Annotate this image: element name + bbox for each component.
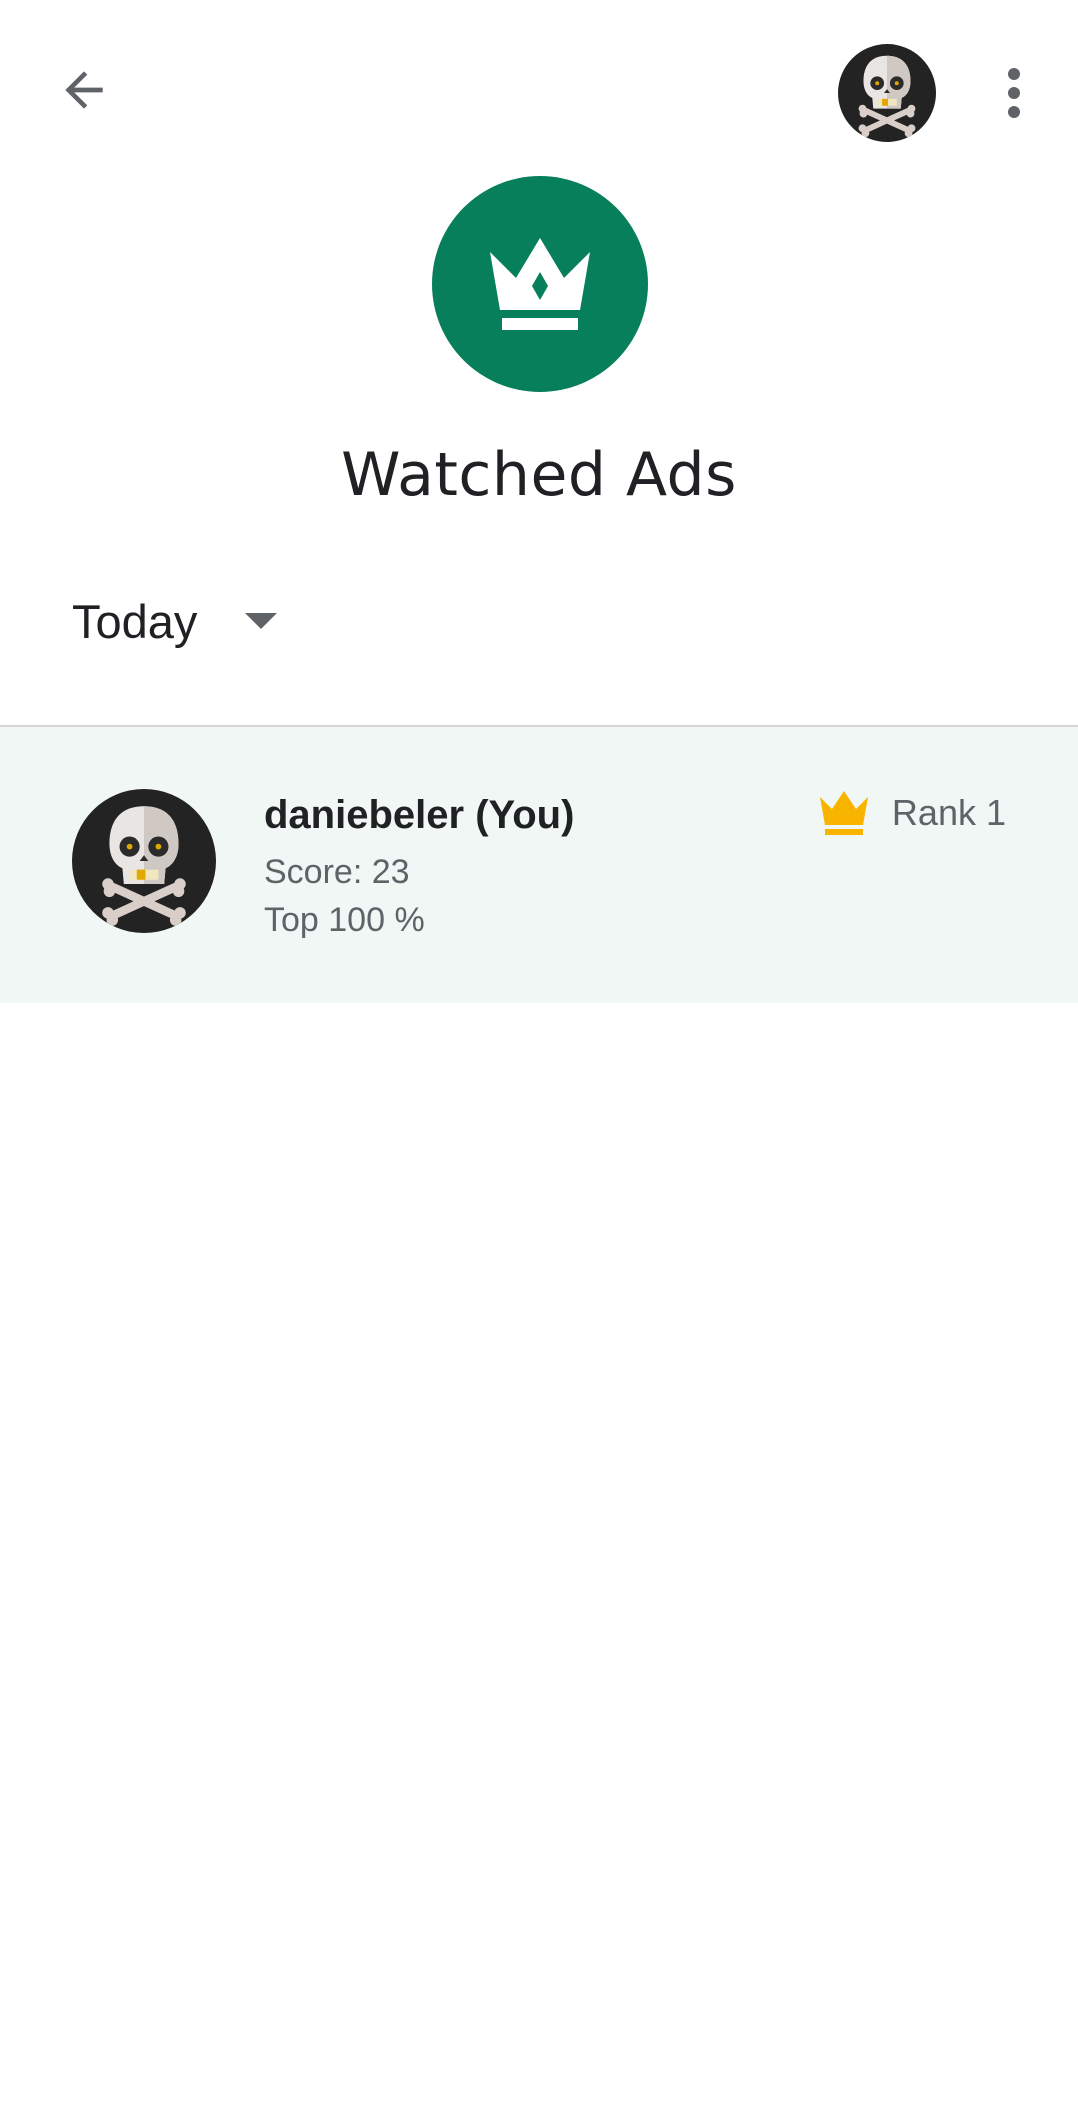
top-app-bar <box>0 0 1078 180</box>
leaderboard-badge <box>432 176 648 392</box>
rank-label: Rank 1 <box>891 792 1006 833</box>
leaderboard-row[interactable]: daniebeler (You) Score: 23 Top 100 % Ran… <box>0 727 1078 1003</box>
rank-indicator: Rank 1 <box>818 789 1006 837</box>
back-button[interactable] <box>44 50 124 130</box>
page-title: Watched Ads <box>341 440 737 510</box>
arrow-drop-down-icon <box>245 613 278 629</box>
player-name: daniebeler (You) <box>264 793 575 837</box>
row-avatar <box>72 789 216 933</box>
period-dropdown[interactable]: Today <box>72 586 278 656</box>
period-selected-label: Today <box>72 594 198 648</box>
more-vert-icon <box>1008 68 1020 118</box>
more-options-button[interactable] <box>990 58 1038 128</box>
crown-icon <box>490 238 590 330</box>
skull-crossbones-avatar-icon <box>102 806 186 926</box>
user-avatar-button[interactable] <box>838 44 936 142</box>
arrow-back-icon <box>65 71 103 109</box>
player-score: Score: 23 <box>264 853 410 891</box>
player-percentile: Top 100 % <box>264 901 425 939</box>
skull-crossbones-avatar-icon <box>858 55 916 138</box>
gold-crown-icon <box>819 791 868 835</box>
